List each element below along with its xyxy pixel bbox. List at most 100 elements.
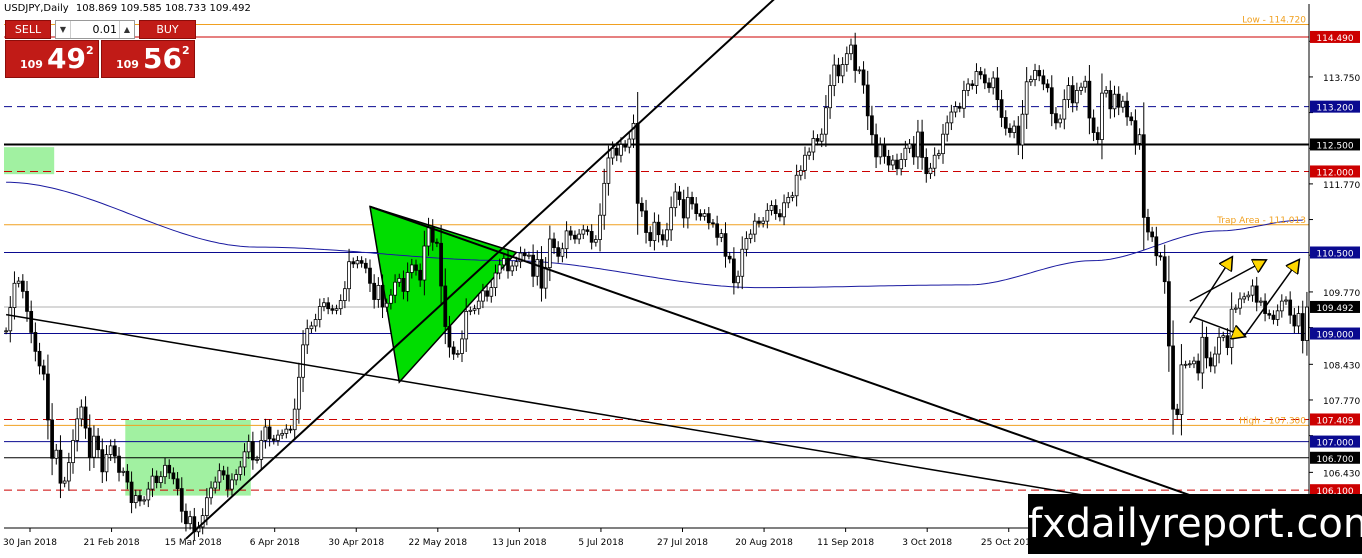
candle-body	[589, 231, 594, 243]
candle-body	[1204, 336, 1209, 359]
candle-body	[639, 202, 644, 212]
y-tick-label-12: 106.430	[1323, 469, 1360, 479]
buy-button[interactable]: BUY	[139, 20, 196, 39]
candle-body	[485, 290, 489, 297]
chevron-down-icon[interactable]: ▼	[56, 21, 71, 38]
candle-body	[1070, 85, 1075, 104]
candle-body	[732, 258, 736, 284]
candle-body	[874, 134, 878, 158]
sell-price-box[interactable]: 109 49 2	[5, 40, 99, 78]
candle-body	[652, 221, 657, 242]
candle-body	[1225, 335, 1230, 348]
candle-body	[1079, 86, 1083, 91]
candle-body	[401, 278, 406, 292]
candle-body	[422, 245, 427, 281]
chart-canvas[interactable]: 113.750 111.770 109.770 108.430 107.770 106.4…	[0, 0, 1362, 554]
candle-body	[368, 267, 372, 284]
candle-body	[619, 144, 623, 156]
candle-body	[501, 258, 506, 266]
buy-price-box[interactable]: 109 56 2	[101, 40, 195, 78]
candle-body	[556, 247, 561, 257]
x-tick-label-6: 13 Jun 2018	[492, 538, 546, 548]
candle-body	[1179, 364, 1184, 415]
x-tick-label-9: 20 Aug 2018	[735, 538, 793, 548]
x-tick-label-0: 30 Jan 2018	[3, 538, 57, 548]
candle-body	[1233, 307, 1238, 310]
candle-body	[50, 419, 54, 459]
candle-body	[644, 210, 648, 233]
candle-body	[460, 338, 464, 354]
candle-body	[171, 472, 176, 480]
candle-body	[1187, 363, 1192, 366]
candle-body	[117, 455, 121, 473]
candle-body	[251, 441, 255, 461]
candle-body	[1129, 116, 1134, 122]
x-tick-label-5: 22 May 2018	[408, 538, 467, 548]
candle-body	[593, 239, 598, 243]
candle-body	[920, 131, 924, 158]
candle-body	[372, 282, 377, 300]
candle-body	[16, 280, 21, 284]
candlestick-chart[interactable]: 113.750 111.770 109.770 108.430 107.770 106.4…	[0, 0, 1362, 554]
sell-button[interactable]: SELL	[5, 20, 51, 39]
candle-body	[443, 285, 448, 327]
candle-body	[242, 451, 247, 468]
candle-body	[418, 269, 423, 281]
candle-body	[288, 428, 293, 431]
y-tick-label-1: 113.750	[1323, 74, 1360, 84]
candle-body	[138, 495, 142, 502]
candle-body	[527, 254, 531, 257]
candle-body	[347, 261, 351, 290]
candle-body	[702, 213, 707, 217]
lot-size-field[interactable]: ▼ 0.01 ▲	[55, 20, 135, 39]
chevron-up-icon[interactable]: ▲	[119, 21, 134, 38]
candle-body	[409, 264, 414, 273]
candle-body	[439, 242, 443, 287]
candle-body	[142, 499, 146, 502]
level-price-label-1: 114.490	[1316, 34, 1353, 44]
x-tick-label-1: 21 Feb 2018	[84, 538, 140, 548]
level-price-label-3: 112.500	[1316, 141, 1353, 151]
candle-body	[271, 438, 276, 441]
candle-body	[71, 440, 75, 464]
candle-body	[987, 82, 991, 89]
candle-body	[1284, 299, 1288, 302]
candle-body	[936, 153, 941, 156]
candle-body	[1095, 132, 1100, 140]
candle-body	[711, 222, 715, 225]
candle-body	[1208, 357, 1213, 367]
candle-body	[92, 435, 96, 458]
candle-body	[37, 350, 42, 367]
candle-body	[146, 488, 151, 501]
sell-price-prefix: 109	[20, 58, 43, 71]
candle-body	[1242, 296, 1247, 300]
candle-body	[397, 278, 402, 283]
candle-body	[849, 44, 853, 55]
candle-body	[1087, 80, 1092, 119]
y-tick-label-4: 111.770	[1323, 181, 1360, 191]
watermark-logo: fxdailyreport.com	[1028, 494, 1362, 554]
candle-body	[1221, 335, 1226, 338]
candle-body	[330, 308, 335, 311]
candle-body	[535, 259, 540, 277]
candle-body	[878, 144, 883, 158]
candle-body	[1062, 99, 1067, 120]
candle-body	[794, 174, 799, 197]
level-text-label-0: Low - 114.720	[1242, 16, 1306, 26]
candle-body	[1137, 134, 1142, 144]
candle-body	[727, 255, 732, 260]
candle-body	[945, 122, 950, 135]
candle-body	[744, 238, 749, 250]
candle-body	[811, 138, 816, 153]
candle-body	[75, 418, 80, 441]
candle-body	[656, 221, 661, 236]
level-price-label-10: 107.000	[1316, 439, 1353, 449]
candle-body	[125, 470, 130, 483]
lot-size-value[interactable]: 0.01	[70, 21, 120, 38]
level-price-label-6: 110.500	[1316, 249, 1353, 259]
y-tick-label-9: 108.430	[1323, 361, 1360, 371]
current-price-label: 109.492	[1316, 304, 1353, 314]
candle-body	[564, 230, 569, 250]
candle-body	[1028, 79, 1033, 83]
candle-body	[209, 487, 213, 499]
